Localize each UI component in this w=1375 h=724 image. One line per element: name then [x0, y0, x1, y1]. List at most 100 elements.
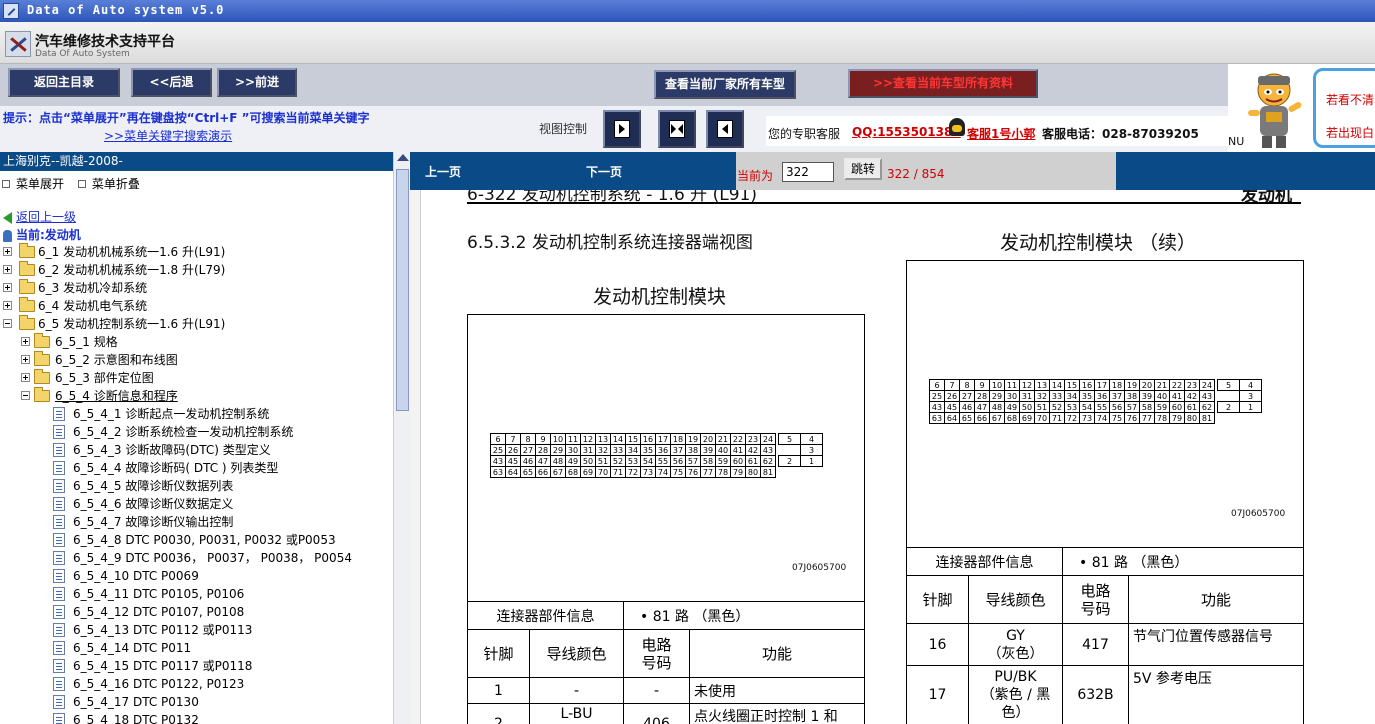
all-data-button[interactable]: >>查看当前车型所有资料	[848, 69, 1038, 98]
section-title: 6.5.3.2 发动机控制系统连接器端视图	[467, 233, 753, 253]
tree-item-label: 6_5_4_7 故障诊断仪输出控制	[73, 515, 234, 529]
forward-button[interactable]: >>前进	[217, 68, 297, 97]
view-right-pane-button[interactable]	[706, 110, 744, 148]
expand-icon[interactable]	[21, 355, 30, 364]
pin-cell: 49	[1004, 401, 1020, 413]
pin-row: 25 26 27 28 29 30 31 32 33 34 35 36 37 38 39 40 41 42 43	[929, 390, 1215, 402]
pin-cell: 75	[1109, 412, 1125, 424]
view-left-pane-button[interactable]	[603, 110, 641, 148]
pin-cell: 76	[685, 466, 701, 478]
pin-cell: 16	[1079, 379, 1095, 391]
expand-icon[interactable]	[3, 283, 12, 292]
pin-cell: 60	[730, 455, 746, 467]
collapse-icon[interactable]	[3, 319, 12, 328]
pin-cell: 32	[1034, 390, 1050, 402]
back-up-link[interactable]: 返回上一级	[3, 208, 76, 225]
pin-cell: 22	[730, 433, 746, 445]
pin-cell: 63	[490, 466, 506, 478]
pin-cell: 64	[505, 466, 521, 478]
pin-cell: 52	[610, 455, 626, 467]
page-nav: 上一页 下一页 当前为 跳转 322 / 854	[410, 152, 1375, 190]
menu-tools: 菜单展开 菜单折叠	[2, 175, 140, 192]
menu-expand-button[interactable]: 菜单展开	[2, 177, 64, 191]
pin-cell: 74	[655, 466, 671, 478]
pin-cell: 47	[974, 401, 990, 413]
pin-cell: 14	[610, 433, 626, 445]
search-demo-link[interactable]: >>菜单关键字搜索演示	[104, 127, 232, 144]
folder-icon	[34, 369, 50, 384]
ad-banner[interactable]: NU 若看不清 若出现白	[1228, 64, 1375, 152]
pin-cell: 14	[1049, 379, 1065, 391]
table-row: 1 - - 未使用	[467, 677, 865, 704]
collapse-icon[interactable]	[21, 391, 30, 400]
pin-cell: 9	[974, 379, 990, 391]
expand-icon[interactable]	[21, 373, 30, 382]
scroll-up-icon[interactable]	[397, 154, 409, 161]
scroll-thumb[interactable]	[396, 169, 409, 411]
catalog-scrollbar[interactable]	[393, 152, 410, 724]
logo-icon	[5, 31, 31, 57]
pin-cell: 39	[1139, 390, 1155, 402]
document-icon	[53, 587, 65, 601]
pin-cell: 62	[760, 455, 776, 467]
pin-cell: 78	[1154, 412, 1170, 424]
pin-cell: 26	[944, 390, 960, 402]
pin-cell: 57	[685, 455, 701, 467]
document-panel: 上一页 下一页 当前为 跳转 322 / 854 6-322 发动机控制系统 -…	[410, 152, 1375, 724]
pin-cell: 61	[745, 455, 761, 467]
pin-cell: 43	[1199, 390, 1215, 402]
page-input[interactable]	[782, 162, 834, 182]
pin-cell: 66	[535, 466, 551, 478]
pin-cell: 36	[655, 444, 671, 456]
pin-cell: 73	[640, 466, 656, 478]
expand-icon[interactable]	[3, 265, 12, 274]
tree-item-label: 6_4 发动机电气系统	[38, 299, 148, 313]
back-button[interactable]: <<后退	[131, 68, 212, 97]
tree-item-label: 6_1 发动机机械系统一1.6 升(L91)	[38, 245, 226, 259]
pin-cell: 15	[1064, 379, 1080, 391]
vehicle-title: 上海别克--凯越-2008-	[0, 152, 393, 171]
go-button[interactable]: 跳转	[844, 158, 882, 180]
document-icon	[53, 551, 65, 565]
document-icon	[53, 425, 65, 439]
menu-expand-label: 菜单展开	[16, 177, 65, 191]
pin-cell: 24	[1199, 379, 1215, 391]
service-agent-link[interactable]: 客服1号小郭	[967, 125, 1035, 142]
pin-row: 43 45 46 47 48 49 50 51 52 53 54 55 56 57 58 59 60 61 62	[490, 455, 776, 467]
pin-cell: 34	[1064, 390, 1080, 402]
header-color: 导线颜色	[529, 629, 624, 678]
pin-cell: 41	[1169, 390, 1185, 402]
pin-cell: 1	[1239, 401, 1262, 413]
back-arrow-icon	[3, 211, 12, 224]
pin-cell: 67	[989, 412, 1005, 424]
tree-item-label: 6_5_4_10 DTC P0069	[73, 569, 199, 583]
expand-icon[interactable]	[21, 337, 30, 346]
pin-row: 63 64 65 66 67 68 69 70 71 72 73 74 75 76 77 78 79 80 81	[490, 466, 776, 478]
service-qq-link[interactable]: QQ:1553501388	[852, 125, 961, 139]
row-color: -	[529, 677, 624, 704]
qq-penguin-icon[interactable]	[949, 118, 965, 136]
tree-item-label: 6_5_4_18 DTC P0132	[73, 713, 199, 724]
pin-cell: 77	[700, 466, 716, 478]
row-pin: 17	[906, 665, 969, 724]
pin-cell: 46	[520, 455, 536, 467]
home-button[interactable]: 返回主目录	[8, 68, 120, 97]
next-page-link[interactable]: 下一页	[586, 163, 622, 180]
pin-cell: 6	[929, 379, 945, 391]
expand-icon[interactable]	[3, 301, 12, 310]
document-scrollbar[interactable]	[410, 190, 421, 724]
right-figure-title: 发动机控制模块 （续）	[1000, 232, 1197, 254]
pin-cell: 2	[778, 455, 801, 467]
pin-grid: 6 7 8 9 10 11 12 13 14 15 16 17 18 19 20 21 22 23 24 25 26 27…	[929, 379, 1215, 424]
arrow-right-icon	[619, 124, 625, 134]
menu-collapse-button[interactable]: 菜单折叠	[77, 177, 140, 191]
menu-collapse-label: 菜单折叠	[91, 177, 140, 191]
pin-cell: 56	[1109, 401, 1125, 413]
pin-cell: 4	[800, 433, 823, 445]
expand-icon[interactable]	[3, 247, 12, 256]
view-split-button[interactable]	[658, 110, 696, 148]
all-models-button[interactable]: 查看当前厂家所有车型	[654, 70, 796, 99]
prev-page-link[interactable]: 上一页	[425, 163, 461, 180]
pin-cell: 43	[929, 401, 945, 413]
folder-open-icon	[34, 387, 50, 402]
